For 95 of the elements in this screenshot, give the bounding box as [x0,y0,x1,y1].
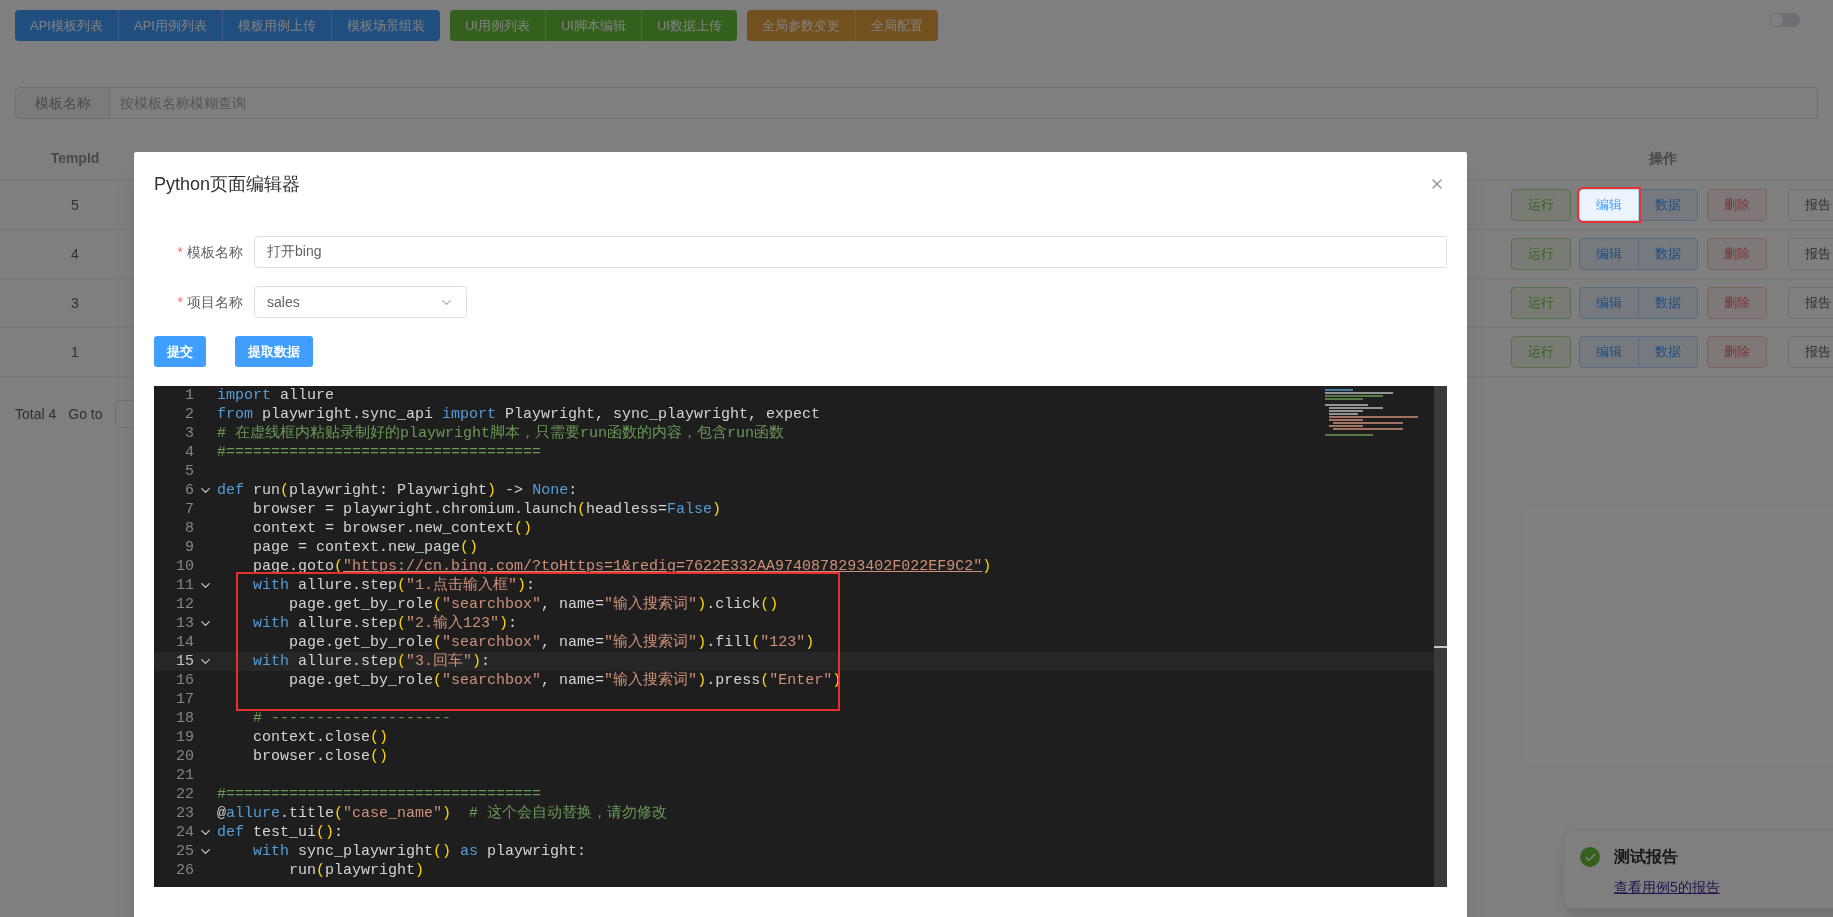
template-name-input[interactable]: 打开bing [254,236,1447,268]
goto-label: Go to [68,404,103,424]
line-number: 7 [184,500,194,519]
action-button[interactable]: 报告 [1788,336,1833,368]
line-number: 3 [184,424,194,443]
code-line: page.get_by_role("searchbox", name="输入搜索词").fill("123") [288,633,815,652]
nav-button[interactable]: 模板场景组装 [331,10,440,41]
toast-title: 测试报告 [1614,847,1679,867]
project-select[interactable]: sales [254,286,467,318]
action-button[interactable]: 运行 [1511,238,1571,270]
code-line: with sync_playwright() as playwright: [252,842,587,861]
action-button[interactable]: 编辑 [1579,238,1639,270]
code-line: # -------------------- [252,709,452,728]
nav-button[interactable]: API模板列表 [15,10,119,41]
line-number: 25 [175,842,194,861]
code-line: browser.close() [252,747,389,766]
code-line: context = browser.new_context() [252,519,533,538]
action-button[interactable]: 数据 [1638,287,1698,319]
action-button[interactable]: 运行 [1511,189,1571,221]
line-number: 19 [175,728,194,747]
code-line: context.close() [252,728,389,747]
action-button[interactable]: 删除 [1707,336,1767,368]
action-button[interactable]: 报告 [1788,238,1833,270]
action-button[interactable]: 数据 [1638,189,1698,221]
line-number: 22 [175,785,194,804]
code-line: with allure.step("1.点击输入框"): [252,576,536,595]
code-line: browser = playwright.chromium.launch(headless=False) [252,500,722,519]
line-number: 9 [184,538,194,557]
code-line: @allure.title("case_name") # 这个会自动替换，请勿修改 [217,804,668,823]
code-line: import allure [217,386,335,405]
line-number: 13 [175,614,194,633]
nav-button[interactable]: UI用例列表 [449,10,546,41]
line-number: 8 [184,519,194,538]
code-line: with allure.step("2.输入123"): [252,614,518,633]
required-mark: * [177,292,183,312]
nav-button[interactable]: 全局配置 [855,10,938,41]
required-mark: * [177,242,183,262]
line-number: 2 [184,405,194,424]
action-button[interactable]: 编辑 [1579,287,1639,319]
line-number: 15 [175,652,194,671]
line-number: 18 [175,709,194,728]
line-number: 6 [184,481,194,500]
action-button[interactable]: 编辑 [1579,189,1639,221]
line-number: 12 [175,595,194,614]
dialog-button[interactable]: 提取数据 [235,336,313,367]
total-count: Total 4 [15,404,57,424]
code-line: page.get_by_role("searchbox", name="输入搜索词").click() [288,595,779,614]
action-button[interactable]: 删除 [1707,238,1767,270]
line-number: 24 [175,823,194,842]
success-check-icon [1580,847,1600,867]
field-label: 项目名称 [187,292,243,312]
field-label: 模板名称 [187,242,243,262]
nav-button[interactable]: UI脚本编辑 [545,10,642,41]
code-line: run(playwright) [288,861,425,880]
table-cell-text: 5 [70,195,80,215]
dialog-button[interactable]: 提交 [154,336,206,367]
line-number: 10 [175,557,194,576]
line-number: 26 [175,861,194,880]
line-number: 11 [175,576,194,595]
nav-button[interactable]: 全局参数变更 [746,10,856,41]
line-number: 14 [175,633,194,652]
code-line: from playwright.sync_api import Playwright, sync_playwright, expect [217,405,821,424]
line-number: 5 [184,462,194,481]
line-number: 20 [175,747,194,766]
dialog-title: Python页面编辑器 [154,174,301,194]
action-button[interactable]: 运行 [1511,336,1571,368]
action-button[interactable]: 报告 [1788,287,1833,319]
line-number: 1 [184,386,194,405]
table-cell-text: 1 [70,342,80,362]
code-line: with allure.step("3.回车"): [252,652,491,671]
nav-button[interactable]: 模板用例上传 [222,10,332,41]
code-line: def run(playwright: Playwright) -> None: [217,481,578,500]
action-button[interactable]: 运行 [1511,287,1571,319]
line-number: 4 [184,443,194,462]
nav-button[interactable]: API用例列表 [118,10,223,41]
line-number: 16 [175,671,194,690]
action-button[interactable]: 编辑 [1579,336,1639,368]
table-cell-text: 4 [70,244,80,264]
line-number: 21 [175,766,194,785]
action-button[interactable]: 报告 [1788,189,1833,221]
line-number: 17 [175,690,194,709]
action-button[interactable]: 删除 [1707,287,1767,319]
code-line: page = context.new_page() [252,538,479,557]
code-line: #=================================== [217,443,542,462]
table-cell-text: 3 [70,293,80,313]
line-number: 23 [175,804,194,823]
action-button[interactable]: 删除 [1707,189,1767,221]
code-line: # 在虚线框内粘贴录制好的playwright脚本，只需要run函数的内容，包含run函数 [217,424,785,443]
action-button[interactable]: 数据 [1638,336,1698,368]
nav-button[interactable]: UI数据上传 [641,10,737,41]
report-link[interactable]: 查看用例5的报告 [1614,877,1720,898]
code-editor[interactable] [154,386,1447,887]
code-line: def test_ui(): [217,823,344,842]
code-line: #=================================== [217,785,542,804]
action-button[interactable]: 数据 [1638,238,1698,270]
